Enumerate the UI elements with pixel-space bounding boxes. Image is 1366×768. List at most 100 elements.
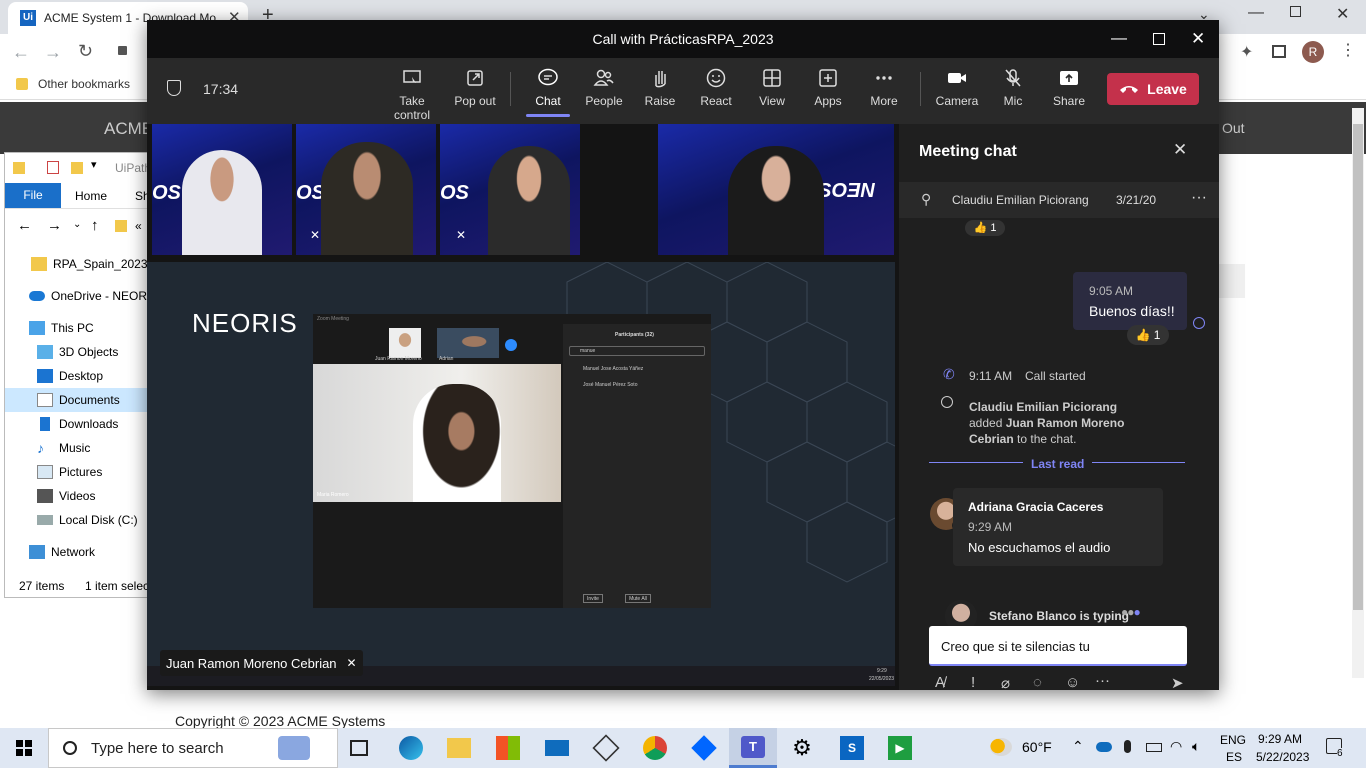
view-button[interactable]: View <box>744 68 800 108</box>
reaction-badge[interactable]: 👍 1 <box>965 220 1005 236</box>
participants-search[interactable]: manue <box>569 346 705 356</box>
store-icon[interactable] <box>496 736 520 760</box>
nav-item[interactable]: 3D Objects <box>5 340 151 364</box>
weather-temp[interactable]: 60°F <box>1022 739 1052 755</box>
apps-button[interactable]: Apps <box>800 68 856 108</box>
minimize-icon[interactable]: — <box>1111 20 1127 58</box>
up-icon[interactable]: ↑ <box>91 217 99 234</box>
chrome-icon[interactable] <box>643 736 667 760</box>
chevron-up-icon[interactable]: ⌃ <box>1072 738 1084 755</box>
minimize-icon[interactable]: — <box>1248 4 1264 22</box>
react-button[interactable]: React <box>688 68 744 108</box>
share-button[interactable]: Share <box>1041 68 1097 108</box>
address-bar[interactable]: « <box>135 219 142 233</box>
leave-button[interactable]: Leave <box>1107 73 1199 105</box>
send-icon[interactable]: ➤ <box>1171 674 1184 692</box>
player-icon[interactable]: ▶ <box>888 736 912 760</box>
nav-item[interactable]: Downloads <box>5 412 151 436</box>
file-explorer-icon[interactable] <box>447 738 471 758</box>
pop-out-button[interactable]: Pop out <box>447 68 503 108</box>
nav-item[interactable]: Network <box>5 540 151 564</box>
windows-start-icon[interactable] <box>16 740 32 756</box>
avatar[interactable]: R <box>1302 41 1324 63</box>
emoji-icon[interactable]: ☺ <box>1065 674 1080 691</box>
participant-row[interactable]: José Manuel Pérez Soto <box>583 382 637 388</box>
onedrive-icon[interactable] <box>1096 742 1112 752</box>
nav-item[interactable]: RPA_Spain_2023 - <box>5 252 151 276</box>
video-tile-1[interactable]: OS <box>152 124 292 255</box>
other-bookmarks[interactable]: Other bookmarks <box>38 77 130 91</box>
edge-icon[interactable] <box>399 736 423 760</box>
menu-icon[interactable]: ⋮ <box>1340 40 1356 60</box>
language-top[interactable]: ENG <box>1220 733 1246 747</box>
compose-box[interactable]: Creo que si te silencias tu <box>929 626 1187 666</box>
close-chat-icon[interactable]: ✕ <box>1173 140 1187 160</box>
screen-share-area[interactable]: NEORIS Zoom Meeting Juan Ramon Moreno Ad… <box>147 262 895 686</box>
uipath-assistant-icon[interactable] <box>592 734 620 762</box>
task-view-icon[interactable] <box>350 740 368 756</box>
zoom-thumb-2[interactable] <box>437 328 499 358</box>
take-control-button[interactable]: Take control <box>381 68 443 122</box>
teams-taskbar-button[interactable]: T <box>729 728 777 768</box>
more-button[interactable]: More <box>856 68 912 108</box>
video-tile-3[interactable]: OS ✕ <box>440 124 580 255</box>
volume-icon[interactable]: 🔈︎ <box>1192 738 1200 755</box>
logout-link[interactable]: Out <box>1222 120 1245 136</box>
clock-date[interactable]: 5/22/2023 <box>1256 750 1309 764</box>
close-window-icon[interactable]: ✕ <box>1336 4 1349 24</box>
nav-item[interactable]: ♪ Music <box>5 436 151 460</box>
tab-file[interactable]: File <box>5 183 61 208</box>
back-icon[interactable]: ← <box>12 42 30 63</box>
format-icon[interactable]: A̸ <box>935 674 945 691</box>
taskbar-search[interactable]: Type here to search <box>48 728 338 768</box>
maximize-icon[interactable] <box>1153 33 1165 45</box>
chat-message[interactable]: Adriana Gracia Caceres 9:29 AM No escuch… <box>953 488 1163 566</box>
power-automate-icon[interactable] <box>691 735 717 761</box>
forward-icon[interactable]: → <box>44 42 62 63</box>
mic-button[interactable]: Mic <box>985 68 1041 108</box>
restore-icon[interactable] <box>1290 6 1301 17</box>
video-tile-2[interactable]: OS ✕ <box>296 124 436 255</box>
nav-item[interactable]: Pictures <box>5 460 151 484</box>
extensions-icon[interactable]: ✦ <box>1240 42 1253 62</box>
compose-input[interactable]: Creo que si te silencias tu <box>941 639 1090 654</box>
mail-icon[interactable] <box>545 740 569 756</box>
chevron-down-icon[interactable]: ⌄ <box>73 219 81 230</box>
wifi-icon[interactable]: ◠ <box>1170 738 1182 755</box>
reaction-badge[interactable]: 👍 1 <box>1127 325 1169 345</box>
nav-item[interactable]: Videos <box>5 484 151 508</box>
chevron-right-icon[interactable] <box>505 339 517 351</box>
invite-button[interactable]: Invite <box>583 594 603 603</box>
microphone-icon[interactable] <box>1124 740 1131 753</box>
nav-item[interactable]: This PC <box>5 316 151 340</box>
attach-icon[interactable]: ⌀ <box>1001 674 1010 692</box>
nav-item[interactable]: OneDrive - NEORIS <box>5 284 151 308</box>
participant-row[interactable]: Manuel Jose Acosta Yáñez <box>583 366 643 372</box>
studio-icon[interactable]: S <box>840 736 864 760</box>
settings-icon[interactable]: ⚙ <box>790 736 814 760</box>
nav-item[interactable]: Local Disk (C:) <box>5 508 151 532</box>
video-tile-4[interactable]: SOƎN <box>658 124 894 255</box>
battery-icon[interactable] <box>1146 743 1162 752</box>
zoom-thumb-1[interactable] <box>389 328 421 358</box>
side-panel-icon[interactable] <box>1272 45 1286 58</box>
page-scrollbar[interactable] <box>1352 108 1364 678</box>
checkbox-icon[interactable] <box>47 161 59 174</box>
pinned-more-icon[interactable]: ··· <box>1191 189 1207 207</box>
clock-time[interactable]: 9:29 AM <box>1258 732 1302 746</box>
nav-item[interactable]: Desktop <box>5 364 151 388</box>
language-bottom[interactable]: ES <box>1226 750 1242 764</box>
dropdown-icon[interactable]: ▾ <box>91 158 97 171</box>
forward-icon[interactable]: → <box>47 217 62 234</box>
people-button[interactable]: People <box>576 68 632 108</box>
more-options-icon[interactable]: ··· <box>1095 672 1110 689</box>
back-icon[interactable]: ← <box>17 217 32 234</box>
mute-all-button[interactable]: Mute All <box>625 594 651 603</box>
self-message[interactable]: 9:05 AM Buenos días!! <box>1073 272 1187 330</box>
camera-button[interactable]: Camera <box>929 68 985 108</box>
nav-item-selected[interactable]: Documents <box>5 388 151 412</box>
loop-icon[interactable]: ◌ <box>1033 674 1042 691</box>
reload-icon[interactable]: ↻ <box>78 41 93 62</box>
chat-button[interactable]: Chat <box>520 68 576 117</box>
pinned-message[interactable]: ⚲ Claudiu Emilian Piciorang 3/21/20 ··· <box>899 182 1219 218</box>
